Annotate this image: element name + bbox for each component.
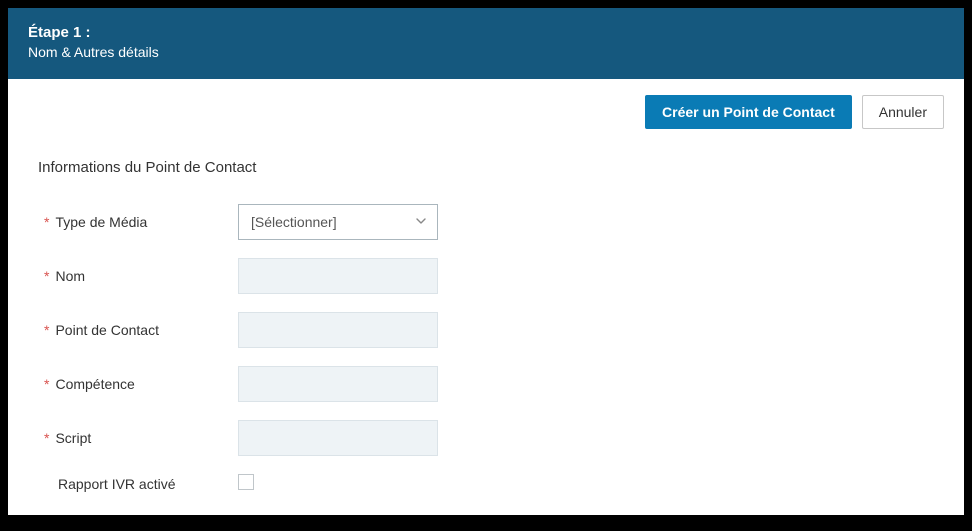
row-contact-point: * Point de Contact [38, 312, 934, 348]
step-subtitle: Nom & Autres détails [28, 43, 944, 63]
label-name: * Nom [38, 268, 238, 284]
create-button[interactable]: Créer un Point de Contact [645, 95, 852, 129]
dialog-header: Étape 1 : Nom & Autres détails [8, 8, 964, 79]
required-marker: * [44, 376, 49, 392]
label-script: * Script [38, 430, 238, 446]
label-media-type: * Type de Média [38, 214, 238, 230]
script-input[interactable] [238, 420, 438, 456]
required-marker: * [44, 430, 49, 446]
label-text: Rapport IVR activé [58, 476, 176, 492]
contact-point-input[interactable] [238, 312, 438, 348]
row-media-type: * Type de Média [Sélectionner] [38, 204, 934, 240]
label-text: Type de Média [55, 214, 147, 230]
media-type-select[interactable]: [Sélectionner] [238, 204, 438, 240]
label-ivr-report: Rapport IVR activé [38, 476, 238, 492]
form-content: Informations du Point de Contact * Type … [8, 129, 964, 513]
required-marker: * [44, 268, 49, 284]
row-ivr-report: Rapport IVR activé [38, 474, 934, 495]
chevron-down-icon [415, 214, 427, 230]
label-text: Script [55, 430, 91, 446]
label-skill: * Compétence [38, 376, 238, 392]
label-text: Nom [55, 268, 85, 284]
cancel-button[interactable]: Annuler [862, 95, 944, 129]
row-skill: * Compétence [38, 366, 934, 402]
select-value: [Sélectionner] [251, 214, 337, 230]
required-marker: * [44, 214, 49, 230]
label-contact-point: * Point de Contact [38, 322, 238, 338]
row-script: * Script [38, 420, 934, 456]
label-text: Point de Contact [55, 322, 159, 338]
dialog-window: Étape 1 : Nom & Autres détails Créer un … [8, 8, 964, 515]
label-text: Compétence [55, 376, 134, 392]
required-marker: * [44, 322, 49, 338]
skill-input[interactable] [238, 366, 438, 402]
toolbar: Créer un Point de Contact Annuler [8, 79, 964, 129]
section-title: Informations du Point de Contact [38, 159, 934, 176]
name-input[interactable] [238, 258, 438, 294]
step-title: Étape 1 : [28, 22, 944, 43]
row-name: * Nom [38, 258, 934, 294]
ivr-report-checkbox[interactable] [238, 474, 254, 490]
